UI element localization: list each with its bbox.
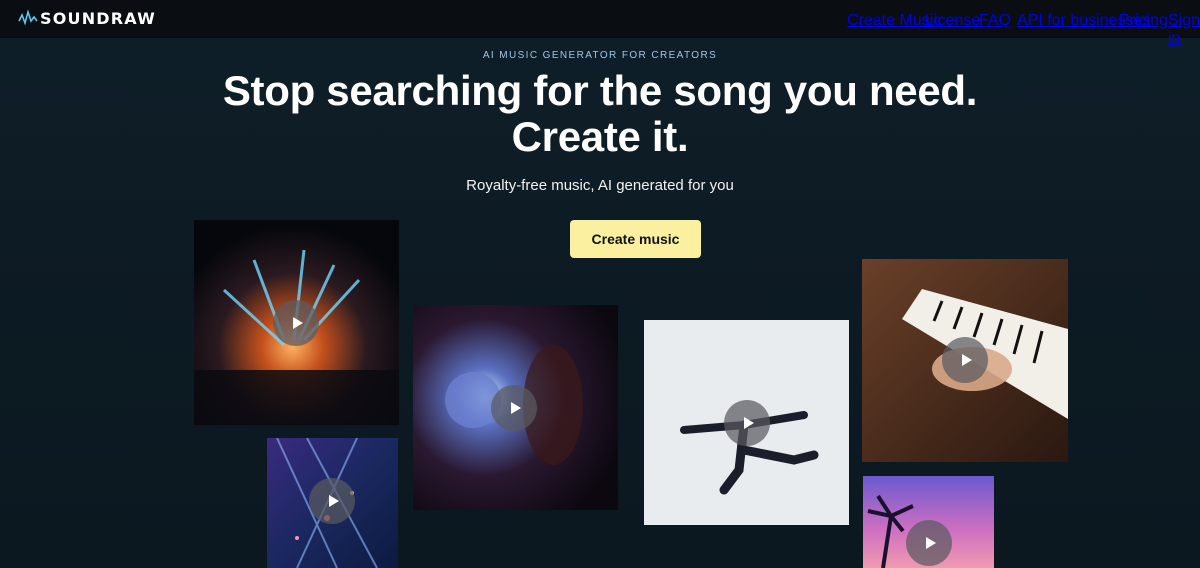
- play-icon[interactable]: [724, 400, 770, 446]
- top-navigation-bar: SOUNDRAW Create Music License FAQ API fo…: [0, 0, 1200, 47]
- hero-headline: Stop searching for the song you need. Cr…: [0, 68, 1200, 160]
- disco-ball-video-tile[interactable]: [413, 305, 618, 510]
- brand-name: SOUNDRAW: [40, 8, 157, 28]
- hero-eyebrow: AI MUSIC GENERATOR FOR CREATORS: [482, 50, 718, 61]
- play-icon[interactable]: [491, 385, 537, 431]
- nav-pricing[interactable]: Pricing: [1119, 12, 1168, 30]
- soundwave-logo-icon: [18, 9, 38, 26]
- headline-line-1: Stop searching for the song you need.: [222, 67, 978, 114]
- brand-logo[interactable]: SOUNDRAW: [18, 7, 156, 29]
- piano-video-tile[interactable]: [862, 259, 1068, 462]
- play-icon[interactable]: [942, 337, 988, 383]
- hero-subhead: Royalty-free music, AI generated for you: [466, 177, 734, 194]
- create-music-button[interactable]: Create music: [570, 220, 701, 258]
- nav-faq[interactable]: FAQ: [979, 12, 1011, 30]
- play-icon[interactable]: [309, 478, 355, 524]
- nav-sign-in[interactable]: Sign in: [1168, 12, 1200, 48]
- dancer-video-tile[interactable]: [644, 320, 849, 525]
- palm-sunset-video-tile[interactable]: [863, 476, 994, 568]
- concert-video-tile[interactable]: [194, 220, 399, 425]
- play-icon[interactable]: [906, 520, 952, 566]
- nav-license[interactable]: License: [925, 12, 980, 30]
- city-night-video-tile[interactable]: [267, 438, 398, 568]
- headline-line-2: Create it.: [511, 113, 689, 160]
- play-icon[interactable]: [273, 300, 319, 346]
